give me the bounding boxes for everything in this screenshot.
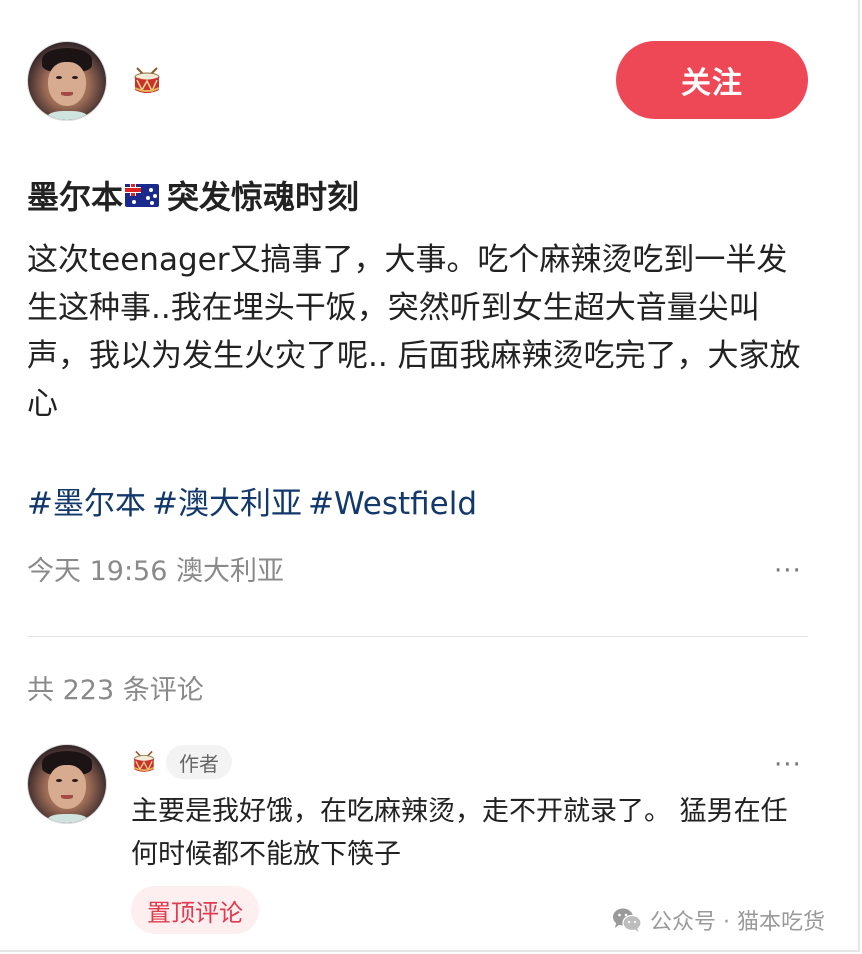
- post-tags: #墨尔本 #澳大利亚 #Westfield: [27, 478, 483, 523]
- post-body: 这次teenager又搞事了，大事。吃个麻辣烫吃到一半发生这种事..我在埋头干饭…: [27, 242, 801, 422]
- drum-icon: [134, 67, 160, 93]
- pinned-comment-badge: 置顶评论: [131, 886, 259, 934]
- watermark: 公众号 · 猫本吃货: [612, 904, 825, 936]
- drum-icon: [133, 750, 155, 772]
- tag-link[interactable]: #墨尔本: [27, 486, 146, 522]
- post-title: 墨尔本 突发惊魂时刻: [27, 172, 359, 218]
- post-title-prefix: 墨尔本: [27, 178, 124, 216]
- comment-more-options-icon[interactable]: ···: [774, 752, 802, 778]
- wechat-icon: [613, 908, 642, 932]
- tag-link[interactable]: #Westfield: [308, 486, 477, 522]
- author-avatar[interactable]: [27, 41, 107, 121]
- comment-avatar[interactable]: [27, 744, 107, 824]
- watermark-text: 公众号 · 猫本吃货: [650, 910, 825, 935]
- post-detail-page: 关注 墨尔本 突发惊魂时刻 这次teenager又搞事了，大事。吃个麻辣烫吃到一…: [0, 0, 860, 952]
- post-timestamp: 今天 19:56: [27, 556, 168, 587]
- section-divider: [27, 636, 808, 637]
- post-meta: 今天 19:56 澳大利亚: [27, 549, 284, 588]
- follow-button[interactable]: 关注: [616, 41, 808, 119]
- author-badge: 作者: [166, 745, 232, 779]
- comment-text: 主要是我好饿，在吃麻辣烫，走不开就录了。 猛男在任何时候都不能放下筷子: [131, 796, 788, 870]
- post-title-suffix: 突发惊魂时刻: [167, 178, 360, 216]
- post-location: 澳大利亚: [176, 556, 284, 587]
- australia-flag-icon: [125, 183, 160, 207]
- comment-count: 共 223 条评论: [27, 675, 204, 706]
- tag-link[interactable]: #澳大利亚: [152, 486, 302, 522]
- more-options-icon[interactable]: ···: [774, 558, 802, 584]
